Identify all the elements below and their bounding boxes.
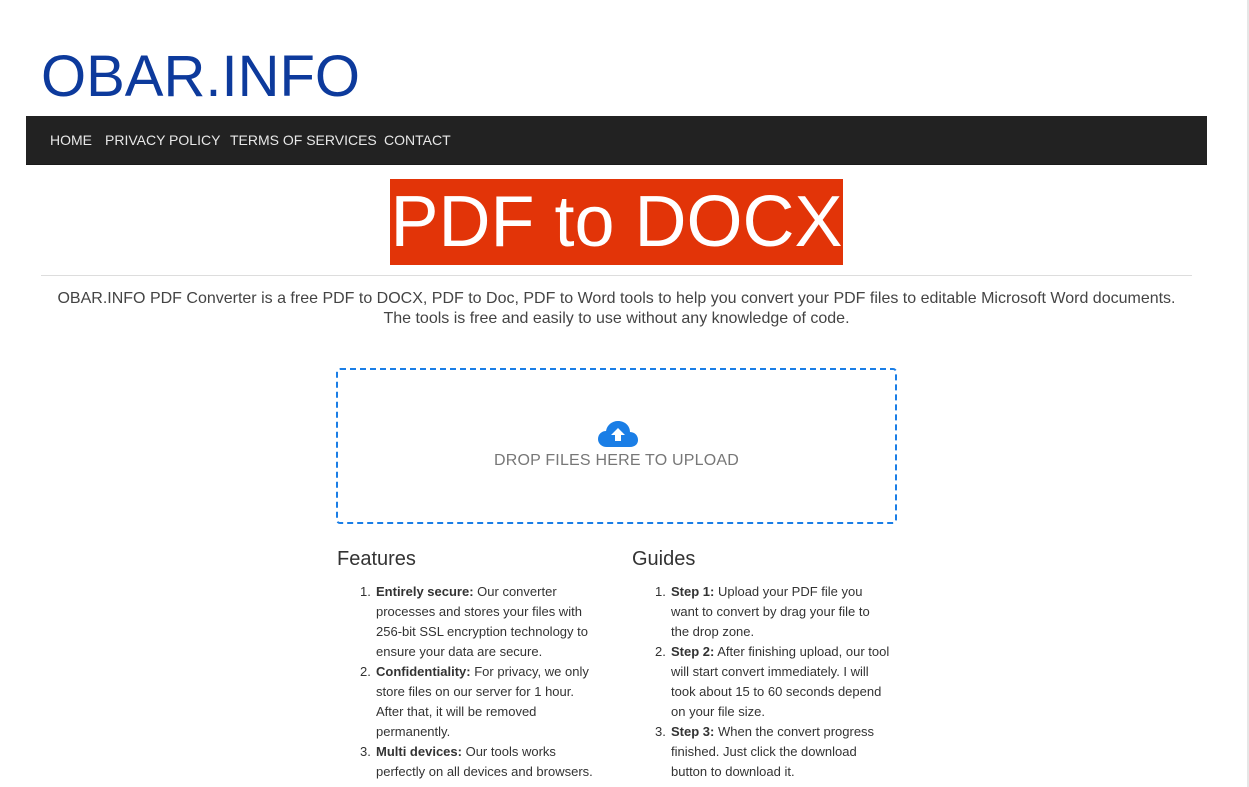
list-item-title: Multi devices: bbox=[376, 744, 462, 759]
list-item: 2. Step 2: After finishing upload, our t… bbox=[631, 642, 891, 722]
page-title-banner: PDF to DOCX bbox=[390, 179, 843, 265]
intro-line-2: The tools is free and easily to use with… bbox=[383, 310, 850, 327]
list-item-title: Step 3: bbox=[671, 724, 715, 739]
drop-zone-label: DROP FILES HERE TO UPLOAD bbox=[493, 452, 740, 469]
list-item-number: 2. bbox=[655, 644, 666, 659]
nav-contact-link[interactable]: CONTACT bbox=[384, 116, 451, 164]
page: OBAR.INFO HOME PRIVACY POLICY TERMS OF S… bbox=[0, 0, 1249, 787]
navbar: HOME PRIVACY POLICY TERMS OF SERVICES CO… bbox=[26, 116, 1207, 165]
divider bbox=[41, 275, 1192, 276]
list-item: 2. Confidentiality: For privacy, we only… bbox=[336, 662, 596, 742]
list-item-title: Entirely secure: bbox=[376, 584, 474, 599]
list-item-title: Step 1: bbox=[671, 584, 715, 599]
list-item-title: Confidentiality: bbox=[376, 664, 471, 679]
guides-list: 1. Step 1: Upload your PDF file you want… bbox=[631, 582, 891, 782]
list-item: 1. Step 1: Upload your PDF file you want… bbox=[631, 582, 891, 642]
list-item-number: 3. bbox=[360, 744, 371, 759]
nav-terms-of-services-link[interactable]: TERMS OF SERVICES bbox=[230, 116, 377, 164]
cloud-upload-icon bbox=[598, 421, 638, 447]
list-item-number: 1. bbox=[655, 584, 666, 599]
list-item-number: 1. bbox=[360, 584, 371, 599]
features-list: 1. Entirely secure: Our converter proces… bbox=[336, 582, 596, 782]
intro-line-1: OBAR.INFO PDF Converter is a free PDF to… bbox=[57, 290, 1176, 307]
nav-privacy-policy-link[interactable]: PRIVACY POLICY bbox=[105, 116, 220, 164]
nav-home-link[interactable]: HOME bbox=[50, 116, 92, 164]
list-item: 3. Step 3: When the convert progress fin… bbox=[631, 722, 891, 782]
file-drop-zone[interactable]: DROP FILES HERE TO UPLOAD bbox=[336, 368, 897, 524]
list-item-title: Step 2: bbox=[671, 644, 715, 659]
list-item-number: 3. bbox=[655, 724, 666, 739]
guides-heading: Guides bbox=[632, 548, 696, 570]
list-item-number: 2. bbox=[360, 664, 371, 679]
list-item: 1. Entirely secure: Our converter proces… bbox=[336, 582, 596, 662]
list-item: 3. Multi devices: Our tools works perfec… bbox=[336, 742, 596, 782]
intro-text: OBAR.INFO PDF Converter is a free PDF to… bbox=[41, 289, 1192, 329]
features-heading: Features bbox=[337, 548, 416, 570]
site-title[interactable]: OBAR.INFO bbox=[41, 44, 360, 110]
